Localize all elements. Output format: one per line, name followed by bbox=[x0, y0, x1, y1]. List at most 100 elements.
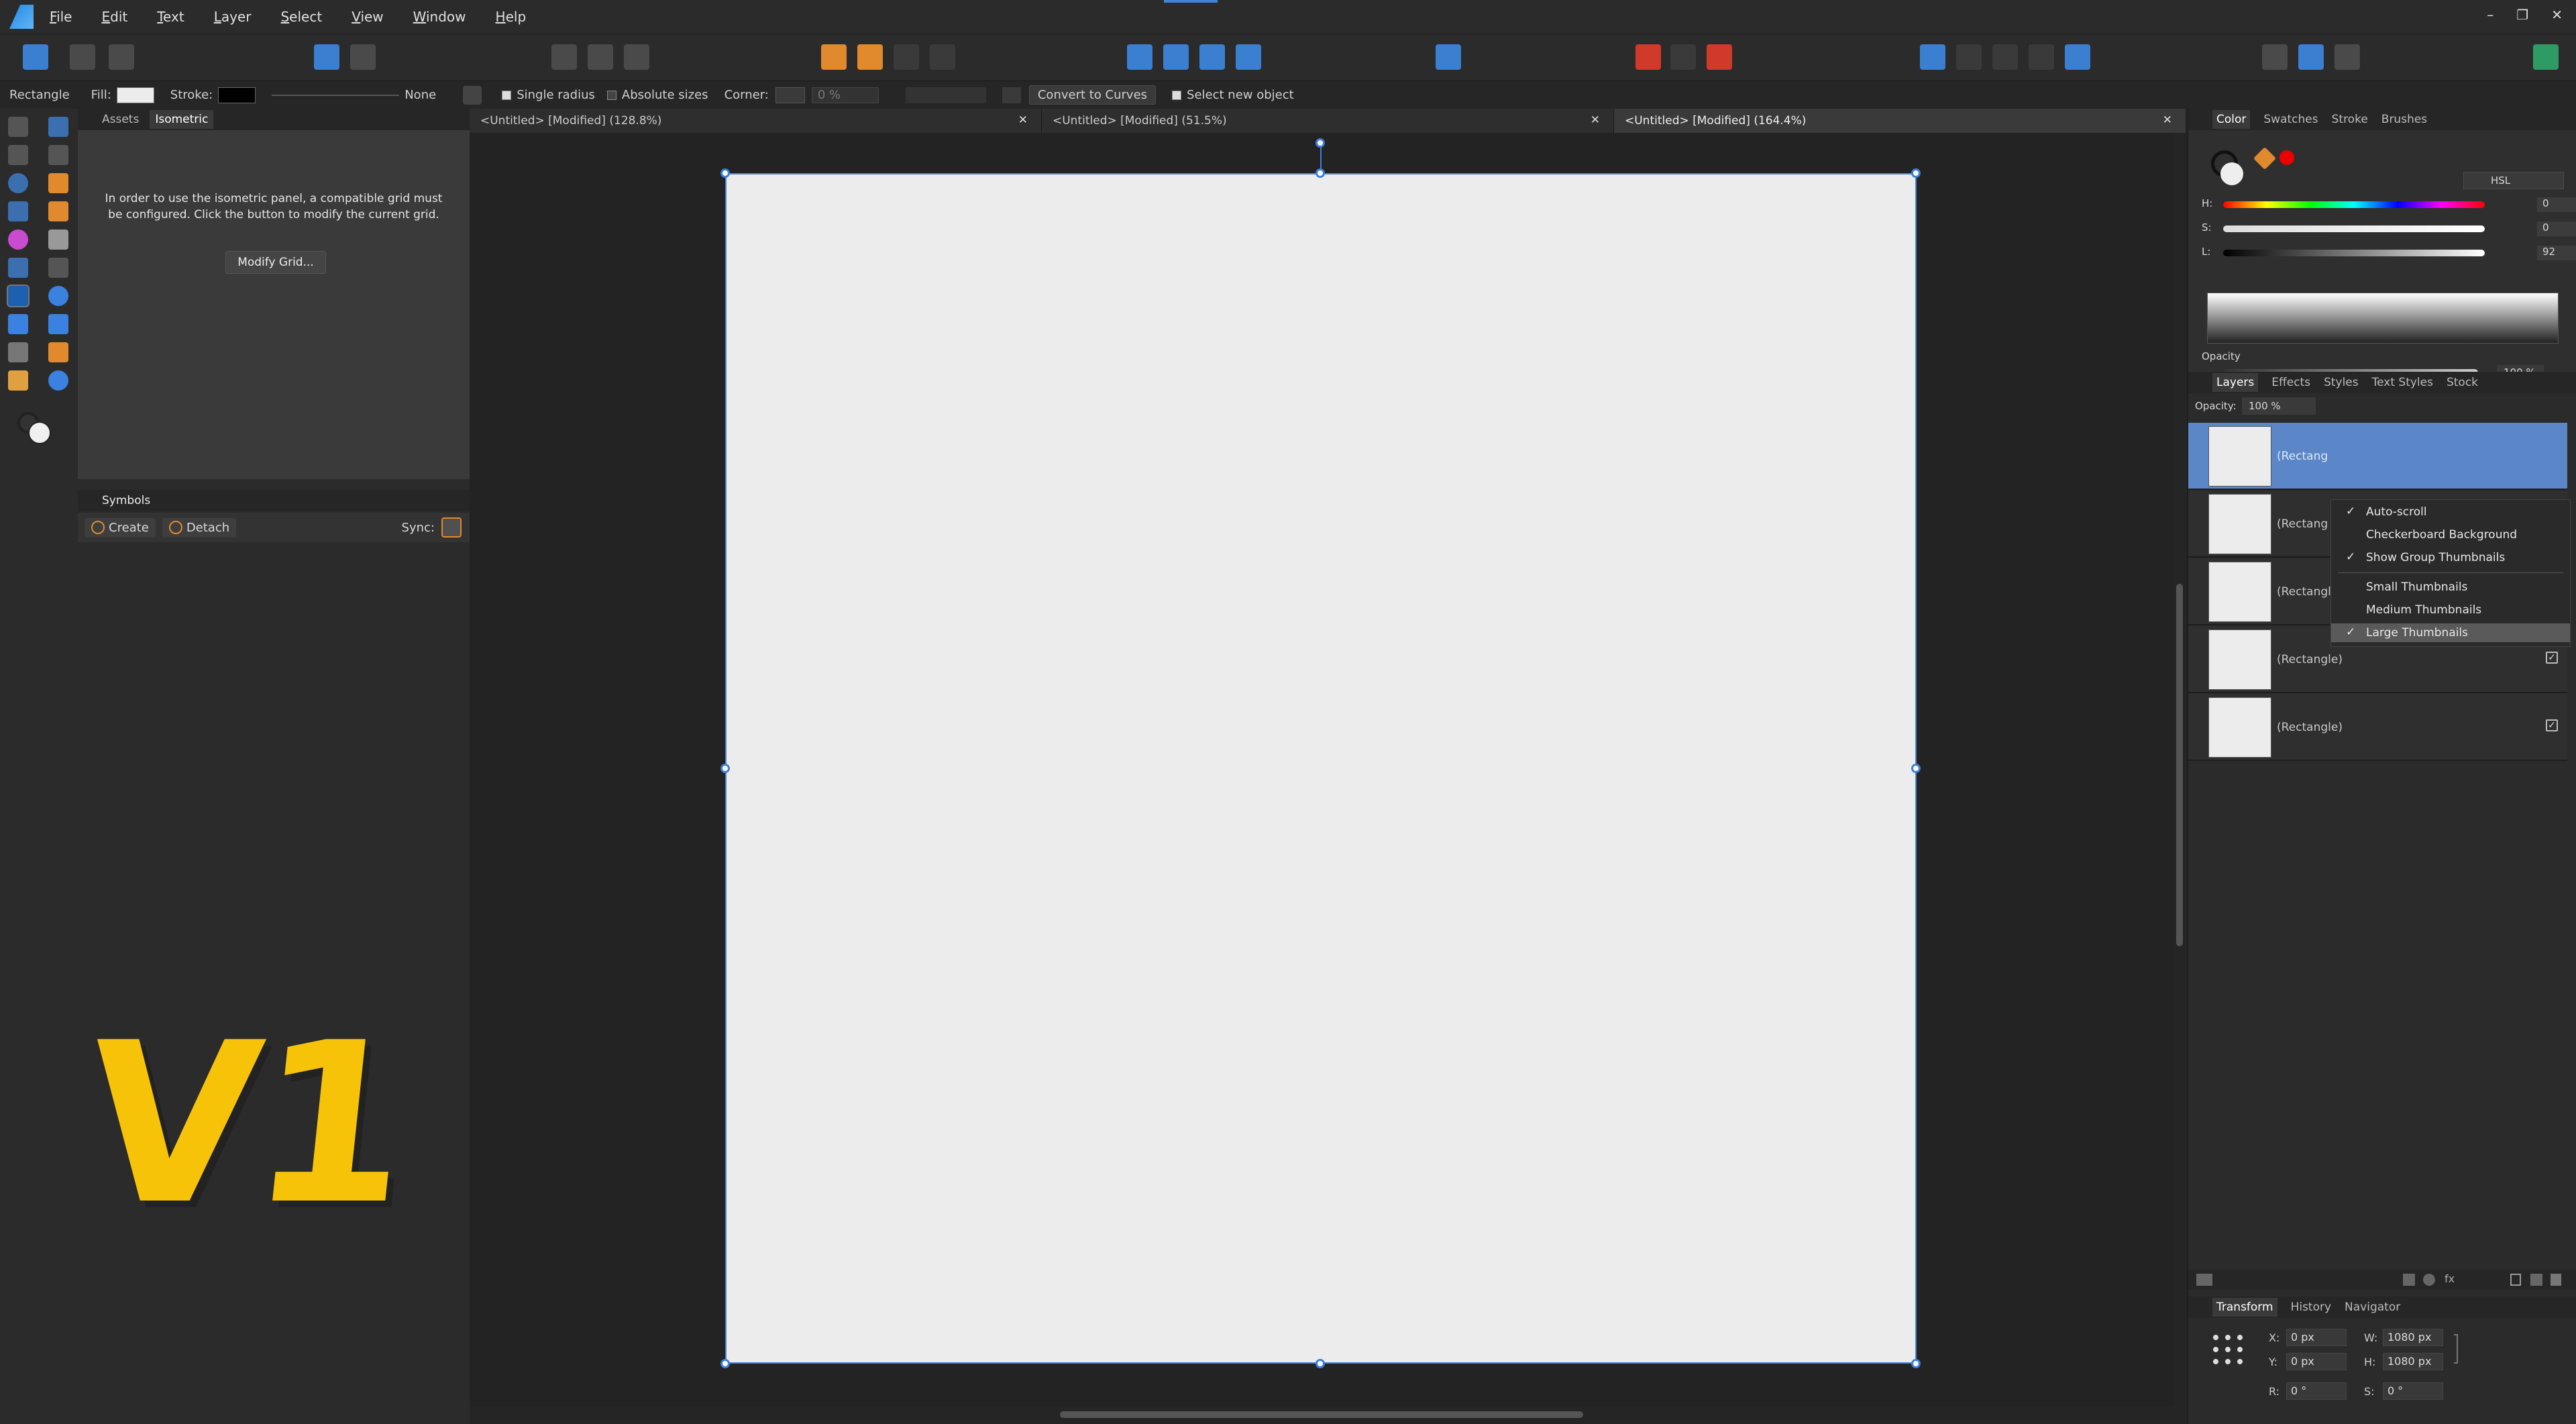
brush-tool-icon[interactable] bbox=[48, 201, 68, 221]
account-icon[interactable] bbox=[2533, 44, 2559, 70]
tab-swatches[interactable]: Swatches bbox=[2263, 113, 2318, 126]
single-radius-checkbox[interactable]: Single radius bbox=[502, 88, 595, 102]
flip-horizontal-icon[interactable] bbox=[1127, 44, 1152, 70]
affinity-designer-logo-icon[interactable] bbox=[9, 5, 34, 29]
saturation-slider[interactable]: S: 0 bbox=[2202, 221, 2576, 236]
menu-window[interactable]: Window bbox=[413, 9, 466, 25]
height-field[interactable]: 1080 px bbox=[2383, 1353, 2443, 1370]
stroke-width-slider[interactable] bbox=[272, 94, 400, 96]
visibility-checkbox[interactable]: ✓ bbox=[2546, 652, 2558, 664]
resize-handle-bottom[interactable] bbox=[1316, 1359, 1325, 1368]
zoom-tool-icon[interactable] bbox=[48, 370, 68, 391]
color-gradient-picker[interactable] bbox=[2207, 293, 2559, 344]
vertical-scroll-thumb[interactable] bbox=[2176, 584, 2183, 946]
rotate-right-icon[interactable] bbox=[1236, 44, 1261, 70]
text-tool-icon[interactable] bbox=[8, 342, 28, 362]
minimize-icon[interactable]: – bbox=[2487, 7, 2493, 23]
transform-origin-icons[interactable] bbox=[905, 87, 986, 103]
tab-navigator[interactable]: Navigator bbox=[2345, 1301, 2400, 1314]
resize-handle-top[interactable] bbox=[1316, 168, 1325, 178]
snapping-magnet-icon[interactable] bbox=[1707, 44, 1732, 70]
menu-view[interactable]: View bbox=[352, 9, 383, 25]
detach-symbol-button[interactable]: Detach bbox=[162, 517, 237, 538]
modify-grid-button[interactable]: Modify Grid... bbox=[225, 251, 326, 274]
menu-help[interactable]: Help bbox=[496, 9, 527, 25]
tab-text-styles[interactable]: Text Styles bbox=[2372, 376, 2433, 389]
artboard-tool-icon[interactable] bbox=[48, 117, 68, 137]
restore-icon[interactable]: ❐ bbox=[2516, 7, 2528, 23]
tab-stock[interactable]: Stock bbox=[2447, 376, 2478, 389]
corner-type-dropdown[interactable] bbox=[775, 87, 805, 103]
isolate-icon[interactable] bbox=[551, 44, 577, 70]
trapezoid-tool-icon[interactable] bbox=[48, 314, 68, 334]
resize-handle-bottom-right[interactable] bbox=[1911, 1359, 1921, 1368]
tab-color[interactable]: Color bbox=[2212, 110, 2251, 129]
close-tab-icon[interactable]: ✕ bbox=[1018, 113, 1028, 127]
menu-edit[interactable]: Edit bbox=[101, 9, 127, 25]
menu-item-show-group-thumbnails[interactable]: ✓ Show Group Thumbnails bbox=[2331, 548, 2570, 567]
convert-to-curves-button[interactable]: Convert to Curves bbox=[1028, 85, 1157, 105]
insert-inside-icon[interactable] bbox=[2262, 44, 2288, 70]
close-tab-icon[interactable]: ✕ bbox=[2163, 113, 2172, 127]
tab-brushes[interactable]: Brushes bbox=[2381, 113, 2427, 126]
layer-row[interactable]: (Rectang bbox=[2188, 423, 2567, 490]
rotation-handle[interactable] bbox=[1316, 138, 1325, 148]
group-icon[interactable] bbox=[2530, 1274, 2542, 1286]
menu-text[interactable]: Text bbox=[157, 9, 184, 25]
tab-effects[interactable]: Effects bbox=[2271, 376, 2310, 389]
crop-tool-icon[interactable] bbox=[48, 258, 68, 278]
layer-stack-icon[interactable] bbox=[2196, 1274, 2212, 1286]
tab-history[interactable]: History bbox=[2291, 1301, 2331, 1314]
x-field[interactable]: 0 px bbox=[2286, 1329, 2347, 1346]
rotate-left-icon[interactable] bbox=[1199, 44, 1225, 70]
assistant-icon[interactable] bbox=[314, 44, 339, 70]
lightness-slider[interactable]: L: 92 bbox=[2202, 246, 2576, 260]
close-window-icon[interactable]: ✕ bbox=[2551, 7, 2563, 23]
menu-item-medium-thumbnails[interactable]: Medium Thumbnails bbox=[2331, 601, 2570, 619]
resize-handle-bottom-left[interactable] bbox=[720, 1359, 730, 1368]
adjustment-icon[interactable] bbox=[2423, 1274, 2435, 1286]
layers-opacity-field[interactable]: 100 % bbox=[2242, 397, 2316, 415]
pen-tool-icon[interactable] bbox=[48, 173, 68, 193]
shear-field[interactable]: 0 ° bbox=[2383, 1382, 2443, 1400]
boolean-divide-icon[interactable] bbox=[2065, 44, 2090, 70]
fill-swatch[interactable] bbox=[116, 87, 154, 103]
arrange-back-icon[interactable] bbox=[821, 44, 847, 70]
convert-icon[interactable] bbox=[1002, 87, 1021, 103]
rectangle-tool-icon[interactable] bbox=[7, 285, 30, 307]
width-field[interactable]: 1080 px bbox=[2383, 1329, 2443, 1346]
ellipse-tool-icon[interactable] bbox=[48, 286, 68, 306]
hand-tool-icon[interactable] bbox=[8, 370, 28, 391]
arrange-front-icon[interactable] bbox=[857, 44, 883, 70]
selected-rectangle[interactable] bbox=[725, 173, 1917, 1364]
menu-select[interactable]: Select bbox=[280, 9, 322, 25]
resize-handle-top-left[interactable] bbox=[720, 168, 730, 178]
move-tool-icon[interactable] bbox=[8, 117, 28, 137]
saturation-value[interactable]: 0 bbox=[2537, 221, 2576, 236]
corner-tool-icon[interactable] bbox=[48, 145, 68, 165]
sync-toggle-icon[interactable] bbox=[441, 517, 462, 538]
boolean-add-icon[interactable] bbox=[1920, 44, 1945, 70]
resize-handle-top-right[interactable] bbox=[1911, 168, 1921, 178]
tab-layers[interactable]: Layers bbox=[2212, 373, 2259, 392]
corner-value-field[interactable]: 0 % bbox=[811, 87, 879, 103]
arrange-forward-icon[interactable] bbox=[894, 44, 919, 70]
designer-persona-icon[interactable] bbox=[23, 44, 48, 70]
fill-color-icon[interactable] bbox=[28, 421, 51, 444]
eyedropper-icon[interactable] bbox=[2253, 147, 2276, 170]
delete-layer-icon[interactable] bbox=[2551, 1274, 2561, 1286]
resize-handle-left[interactable] bbox=[720, 764, 730, 773]
absolute-sizes-checkbox[interactable]: Absolute sizes bbox=[606, 88, 708, 102]
tab-styles[interactable]: Styles bbox=[2324, 376, 2359, 389]
select-new-object-checkbox[interactable]: Select new object bbox=[1172, 88, 1294, 102]
transparency-tool-icon[interactable] bbox=[48, 230, 68, 250]
anchor-point-selector-icon[interactable] bbox=[2210, 1331, 2245, 1366]
close-tab-icon[interactable]: ✕ bbox=[1591, 113, 1600, 127]
lightness-value[interactable]: 92 bbox=[2537, 246, 2576, 260]
pencil-tool-icon[interactable] bbox=[8, 201, 28, 221]
select-all-icon[interactable] bbox=[588, 44, 613, 70]
document-tab-1[interactable]: <Untitled> [Modified] (128.8%) ✕ bbox=[470, 109, 1042, 133]
rounded-rectangle-tool-icon[interactable] bbox=[8, 314, 28, 334]
align-icon[interactable] bbox=[1436, 44, 1461, 70]
create-symbol-button[interactable]: Create bbox=[85, 517, 156, 538]
